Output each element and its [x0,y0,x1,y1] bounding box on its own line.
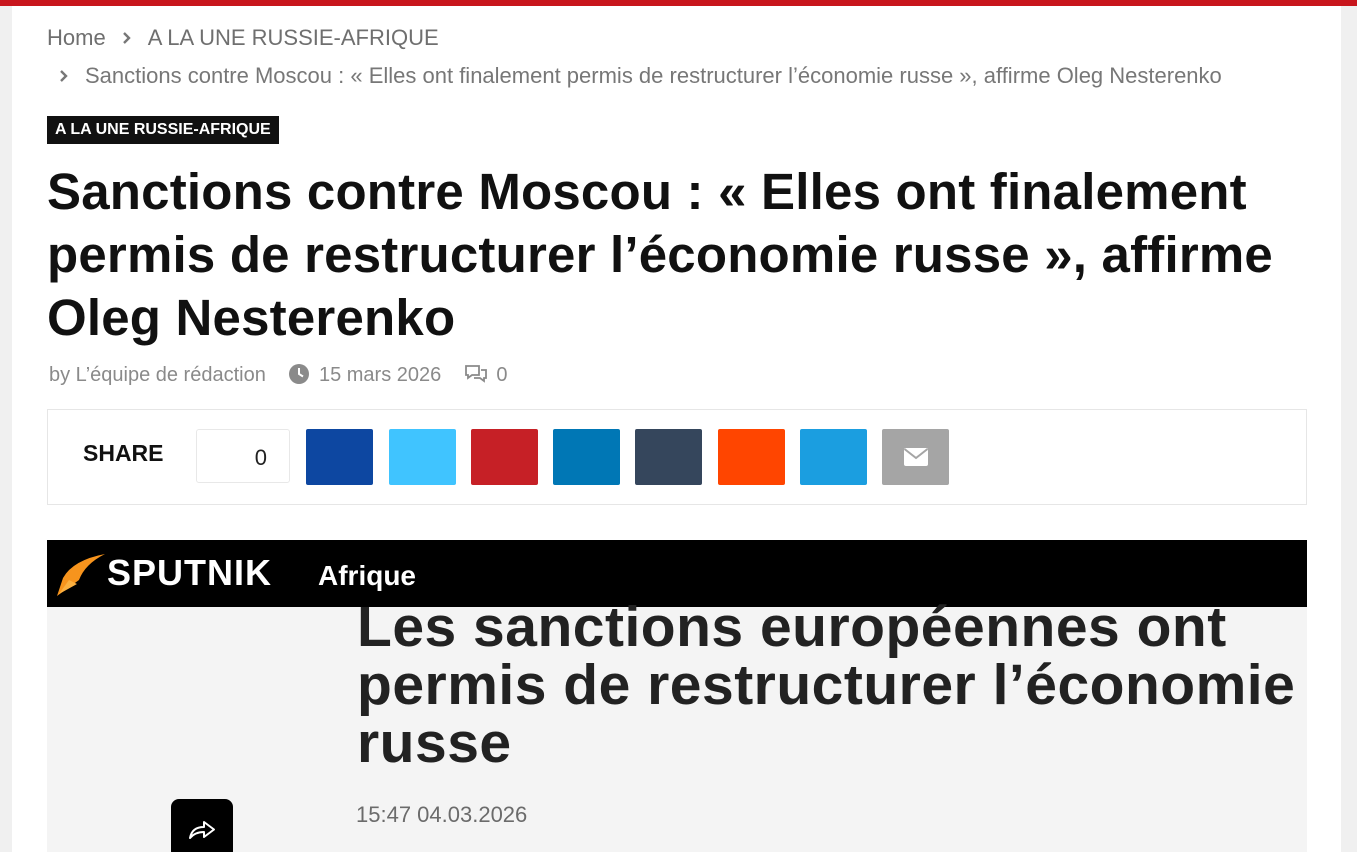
image-headline: Les sanctions européennes ont permis de … [357,595,1296,775]
category-badge[interactable]: A LA UNE RUSSIE-AFRIQUE [47,116,279,144]
breadcrumb-current-line: Sanctions contre Moscou : « Elles ont fi… [57,62,1222,90]
image-timestamp: 15:47 04.03.2026 [356,802,528,827]
breadcrumb-category-link[interactable]: A LA UNE RUSSIE-AFRIQUE [148,25,439,50]
featured-image: SPUTNIK Afrique Les sanctions européenne… [47,540,1307,852]
page-container: Home A LA UNE RUSSIE-AFRIQUE Sanctions co… [12,6,1341,852]
envelope-icon [903,448,929,466]
sputnik-region: Afrique [318,560,416,591]
reddit-share-button[interactable] [718,429,785,485]
breadcrumb: Home A LA UNE RUSSIE-AFRIQUE [47,24,439,52]
clock-icon [289,362,310,388]
comments-icon[interactable] [464,362,487,388]
article-title: Sanctions contre Moscou : « Elles ont fi… [47,163,1273,346]
twitter-share-button[interactable] [389,429,456,485]
comments-count[interactable]: 0 [496,362,507,388]
sputnik-brand: SPUTNIK [107,552,273,593]
author-link[interactable]: by L’équipe de rédaction [49,362,266,388]
article-meta: by L’équipe de rédaction 15 mars 2026 0 [49,361,508,388]
publish-date: 15 mars 2026 [318,363,442,386]
share-count: 0 [196,429,290,483]
tumblr-share-button[interactable] [635,429,702,485]
share-label: SHARE [83,440,164,466]
breadcrumb-current: Sanctions contre Moscou : « Elles ont fi… [85,63,1222,88]
share-bar: SHARE 0 [47,409,1307,505]
breadcrumb-home-link[interactable]: Home [47,25,106,50]
linkedin-share-button[interactable] [553,429,620,485]
facebook-share-button[interactable] [306,429,373,485]
chevron-right-icon [57,69,71,83]
pinterest-share-button[interactable] [471,429,538,485]
share-arrow-icon [189,821,215,839]
sputnik-logo-icon [57,554,105,596]
telegram-share-button[interactable] [800,429,867,485]
image-share-button [171,799,233,852]
chevron-right-icon [120,31,134,45]
email-share-button[interactable] [882,429,949,485]
